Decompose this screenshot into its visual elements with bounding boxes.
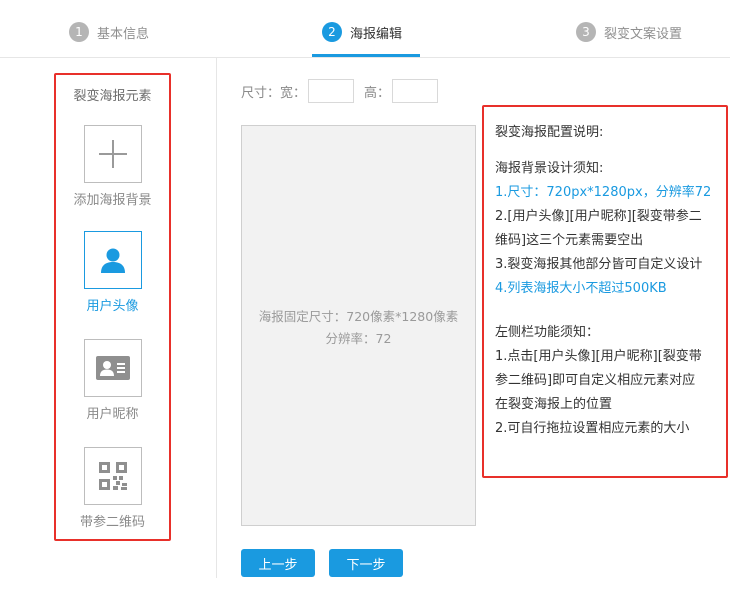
step-poster-edit[interactable]: 2 海报编辑	[322, 20, 402, 44]
qr-code-icon	[98, 462, 127, 490]
step-label: 海报编辑	[350, 26, 403, 42]
step-number: 1	[69, 22, 89, 42]
bg-guideline-item: 3.裂变海报其他部分皆可自定义设计	[495, 257, 703, 272]
tool-box[interactable]	[83, 125, 142, 183]
poster-config-instructions: 裂变海报配置说明: 海报背景设计须知: 1.尺寸：720px*1280px，分辨…	[482, 105, 728, 478]
poster-elements-sidebar: 裂变海报元素 添加海报背景 用户头像 用户昵称 带参二维码	[54, 73, 171, 541]
tool-box[interactable]	[83, 339, 142, 397]
sidebar-guideline-item: 在裂变海报上的位置	[495, 397, 613, 412]
width-input[interactable]	[308, 79, 355, 103]
poster-canvas[interactable]: 海报固定尺寸：720像素*1280像素 分辨率：72	[241, 125, 476, 526]
prev-step-button[interactable]: 上一步	[241, 549, 315, 577]
sidebar-guideline-item: 参二维码]即可自定义相应元素对应	[495, 373, 696, 388]
user-nickname-tool[interactable]: 用户昵称	[56, 339, 169, 422]
bg-guidelines-heading: 海报背景设计须知:	[495, 161, 604, 176]
id-card-icon	[95, 356, 130, 380]
poster-placeholder: 海报固定尺寸：720像素*1280像素 分辨率：72	[242, 306, 475, 350]
plus-icon	[98, 140, 127, 168]
step-indicator: 1 基本信息 2 海报编辑 3 裂变文案设置	[0, 0, 730, 58]
step-label: 裂变文案设置	[604, 26, 683, 42]
sidebar-guideline-item: 2.可自行拖拉设置相应元素的大小	[495, 421, 690, 436]
bg-guideline-item: 维码]这三个元素需要空出	[495, 233, 644, 248]
bg-guideline-item: 2.[用户头像][用户昵称][裂变带参二	[495, 209, 702, 224]
tool-label: 带参二维码	[79, 515, 145, 530]
sidebar-divider	[216, 58, 217, 578]
tool-box[interactable]	[83, 447, 142, 505]
step-basic-info[interactable]: 1 基本信息	[69, 20, 149, 44]
tool-box[interactable]	[83, 231, 142, 289]
poster-resolution-hint: 分辨率：72	[325, 331, 392, 346]
tool-label: 用户头像	[86, 299, 139, 314]
sidebar-title: 裂变海报元素	[73, 89, 152, 104]
user-avatar-tool[interactable]: 用户头像	[56, 231, 169, 314]
width-label: 尺寸：宽：	[241, 85, 307, 101]
step-number: 3	[576, 22, 596, 42]
bg-guideline-item: 1.尺寸：720px*1280px，分辨率72	[495, 185, 712, 200]
user-avatar-icon	[100, 248, 125, 273]
sidebar-guideline-item: 1.点击[用户头像][用户昵称][裂变带	[495, 349, 702, 364]
instructions-title: 裂变海报配置说明:	[495, 125, 604, 140]
add-background-tool[interactable]: 添加海报背景	[56, 125, 169, 208]
bg-guideline-item: 4.列表海报大小不超过500KB	[495, 281, 667, 296]
active-step-underline	[312, 54, 420, 57]
height-label: 高：	[364, 85, 391, 101]
height-input[interactable]	[392, 79, 439, 103]
step-number: 2	[322, 22, 342, 42]
step-copy-settings[interactable]: 3 裂变文案设置	[576, 20, 682, 44]
tool-label: 添加海报背景	[73, 193, 152, 208]
tool-label: 用户昵称	[86, 407, 139, 422]
poster-size-row: 尺寸：宽： 高：	[241, 79, 448, 103]
qr-code-tool[interactable]: 带参二维码	[56, 447, 169, 530]
next-step-button[interactable]: 下一步	[329, 549, 403, 577]
sidebar-guidelines-heading: 左侧栏功能须知：	[495, 325, 600, 340]
step-label: 基本信息	[97, 26, 150, 42]
poster-size-hint: 海报固定尺寸：720像素*1280像素	[258, 309, 459, 324]
